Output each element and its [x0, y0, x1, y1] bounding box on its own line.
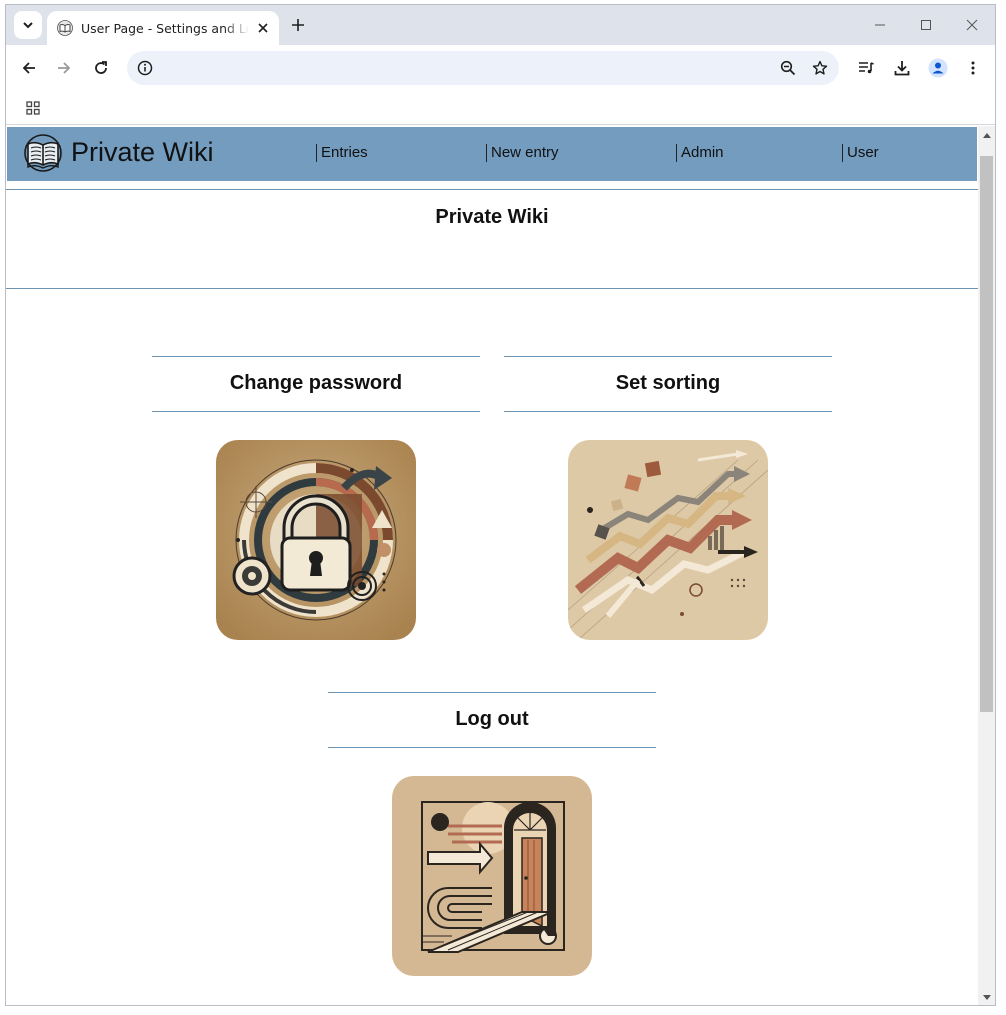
card-divider-bottom [152, 411, 480, 412]
card-change-password: Change password [152, 356, 480, 640]
apps-grid-icon [26, 101, 40, 115]
card-divider-top [504, 356, 832, 357]
scroll-down-button[interactable] [978, 989, 995, 1005]
sorting-arrows-illustration[interactable] [568, 440, 768, 640]
zoom-button[interactable] [778, 58, 798, 78]
media-queue-icon [859, 62, 874, 74]
book-favicon-icon [57, 20, 73, 36]
arrow-left-icon [22, 62, 35, 74]
new-tab-button[interactable] [288, 15, 308, 35]
close-icon [258, 23, 268, 33]
scroll-up-button[interactable] [978, 126, 995, 143]
browser-window: User Page - Settings and Logout [5, 4, 996, 1006]
doorway-exit-illustration[interactable] [392, 776, 592, 976]
arrow-right-icon [58, 62, 71, 74]
info-icon [137, 60, 153, 76]
open-book-logo-icon[interactable] [24, 133, 62, 173]
minimize-icon [875, 24, 885, 26]
reload-button[interactable] [89, 56, 113, 80]
tab-title: User Page - Settings and Logout [81, 20, 249, 36]
menu-button[interactable] [961, 56, 985, 80]
triangle-up-icon [982, 132, 991, 138]
downloads-button[interactable] [890, 56, 914, 80]
triangle-down-icon [982, 994, 991, 1000]
page-viewport: Private Wiki Entries New entry Admin Use… [6, 126, 995, 1005]
close-window-button[interactable] [960, 13, 984, 37]
browser-tab[interactable]: User Page - Settings and Logout [47, 11, 279, 45]
nav-link-user[interactable]: User [842, 144, 879, 162]
padlock-illustration[interactable] [216, 440, 416, 640]
header-divider [6, 189, 978, 190]
site-header: Private Wiki Entries New entry Admin Use… [7, 127, 977, 181]
tab-close-button[interactable] [255, 20, 271, 36]
chevron-down-icon [23, 22, 33, 29]
maximize-button[interactable] [914, 13, 938, 37]
tab-strip: User Page - Settings and Logout [6, 5, 995, 45]
tab-search-button[interactable] [14, 11, 42, 39]
card-divider-top [328, 692, 656, 693]
card-divider-bottom [504, 411, 832, 412]
card-title-set-sorting[interactable]: Set sorting [504, 372, 832, 395]
maximize-icon [921, 20, 931, 30]
site-info-button[interactable] [135, 58, 155, 78]
nav-link-admin[interactable]: Admin [676, 144, 724, 162]
profile-icon [928, 58, 948, 78]
card-title-log-out[interactable]: Log out [328, 708, 656, 731]
bookmark-button[interactable] [810, 58, 830, 78]
card-log-out: Log out [328, 692, 656, 976]
reload-icon [95, 61, 107, 74]
bookmarks-bar [6, 91, 995, 125]
card-title-change-password[interactable]: Change password [152, 372, 480, 395]
star-icon [812, 60, 828, 75]
media-button[interactable] [854, 56, 878, 80]
minimize-button[interactable] [868, 13, 892, 37]
more-vert-icon [971, 61, 975, 75]
back-button[interactable] [17, 56, 41, 80]
site-title[interactable]: Private Wiki [71, 137, 214, 168]
zoom-out-icon [780, 60, 796, 76]
address-bar[interactable] [127, 51, 839, 85]
download-icon [894, 61, 910, 76]
browser-toolbar [6, 45, 995, 91]
close-window-icon [966, 19, 978, 31]
card-set-sorting: Set sorting [504, 356, 832, 640]
apps-button[interactable] [23, 98, 43, 118]
nav-link-new-entry[interactable]: New entry [486, 144, 559, 162]
nav-link-entries[interactable]: Entries [316, 144, 368, 162]
heading-divider [6, 288, 978, 289]
page-scrollbar[interactable] [978, 126, 995, 1005]
scroll-thumb[interactable] [980, 156, 993, 712]
profile-button[interactable] [926, 56, 950, 80]
forward-button[interactable] [52, 56, 76, 80]
url-input[interactable] [163, 58, 763, 78]
card-divider-bottom [328, 747, 656, 748]
card-divider-top [152, 356, 480, 357]
plus-icon [292, 19, 304, 31]
page-heading: Private Wiki [435, 206, 549, 228]
